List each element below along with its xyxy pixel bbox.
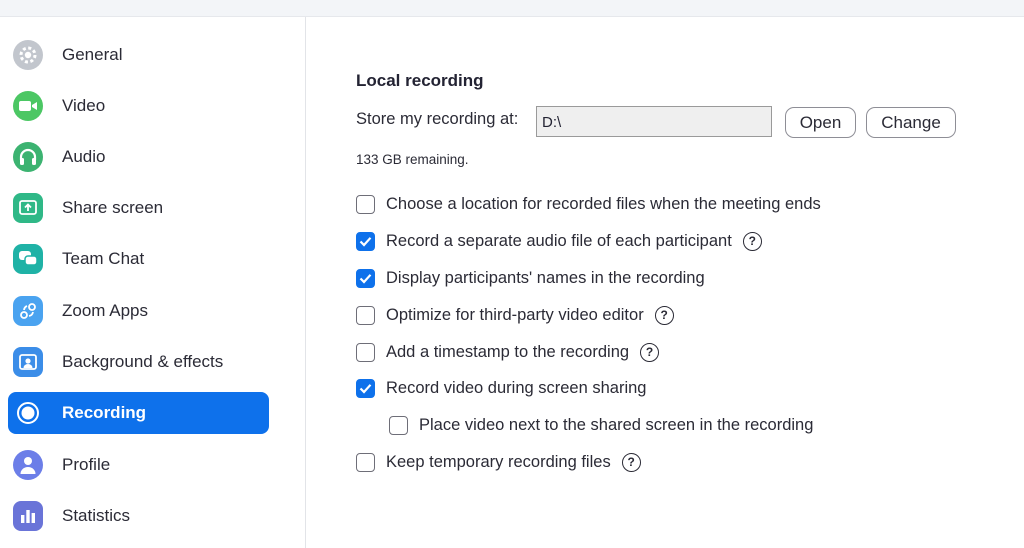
option-label: Keep temporary recording files: [386, 452, 611, 471]
option-label: Record video during screen sharing: [386, 378, 647, 397]
bar-chart-icon: [13, 501, 43, 531]
gear-icon: [13, 40, 43, 70]
background-person-icon: [13, 347, 43, 377]
help-icon[interactable]: ?: [621, 452, 641, 472]
sidebar-item-video[interactable]: Video: [8, 85, 269, 127]
option-label: Record a separate audio file of each par…: [386, 231, 732, 250]
sidebar-item-label: Share screen: [62, 198, 164, 217]
sidebar-item-audio[interactable]: Audio: [8, 136, 269, 178]
sidebar-item-label: Audio: [62, 147, 106, 166]
chat-bubble-icon: [13, 244, 43, 274]
help-icon[interactable]: ?: [654, 305, 674, 325]
sidebar-item-share-screen[interactable]: Share screen: [8, 187, 269, 229]
sidebar-item-label: Video: [62, 96, 106, 115]
person-icon: [13, 450, 43, 480]
option-label: Display participants' names in the recor…: [386, 268, 705, 287]
option-place-video-next[interactable]: Place video next to the shared screen in…: [389, 413, 813, 437]
checkbox[interactable]: [356, 378, 375, 398]
option-label: Add a timestamp to the recording: [386, 342, 630, 361]
headphones-icon: [13, 142, 43, 172]
record-icon: [13, 398, 43, 428]
store-location-label: Store my recording at:: [356, 110, 519, 128]
recording-settings-panel: Local recording Store my recording at: D…: [307, 17, 1024, 548]
sidebar-item-label: Recording: [62, 403, 147, 422]
help-icon[interactable]: ?: [742, 231, 762, 251]
video-camera-icon: [13, 91, 43, 121]
help-icon[interactable]: ?: [640, 342, 660, 362]
checkbox[interactable]: [356, 305, 375, 325]
sidebar-item-zoom-apps[interactable]: Zoom Apps: [8, 290, 269, 332]
settings-sidebar: General Video Audio Share screen Team Ch…: [0, 17, 306, 548]
checkbox[interactable]: [356, 231, 375, 251]
sidebar-item-label: Zoom Apps: [62, 301, 148, 320]
option-display-names[interactable]: Display participants' names in the recor…: [356, 266, 705, 290]
sidebar-item-recording[interactable]: Recording: [8, 392, 269, 434]
checkbox[interactable]: [356, 268, 375, 288]
sidebar-item-label: Background & effects: [62, 352, 224, 371]
option-third-party-editor[interactable]: Optimize for third-party video editor ?: [356, 303, 674, 327]
sidebar-item-label: Team Chat: [62, 249, 145, 268]
sidebar-item-team-chat[interactable]: Team Chat: [8, 238, 269, 280]
option-timestamp[interactable]: Add a timestamp to the recording ?: [356, 340, 660, 364]
storage-remaining-text: 133 GB remaining.: [356, 152, 469, 167]
recording-path-field[interactable]: D:\: [536, 106, 772, 137]
option-label: Optimize for third-party video editor: [386, 305, 644, 324]
window-top-bar: [0, 0, 1024, 17]
sidebar-item-statistics[interactable]: Statistics: [8, 495, 269, 537]
section-title: Local recording: [356, 71, 484, 90]
checkbox[interactable]: [356, 452, 375, 472]
share-screen-icon: [13, 193, 43, 223]
option-label: Choose a location for recorded files whe…: [386, 194, 821, 213]
option-keep-temp-files[interactable]: Keep temporary recording files ?: [356, 450, 641, 474]
checkbox[interactable]: [356, 342, 375, 362]
option-record-video-sharing[interactable]: Record video during screen sharing: [356, 376, 646, 400]
sidebar-item-profile[interactable]: Profile: [8, 444, 269, 486]
sidebar-item-background-effects[interactable]: Background & effects: [8, 341, 269, 383]
option-label: Place video next to the shared screen in…: [419, 415, 814, 434]
change-button[interactable]: Change: [866, 107, 956, 138]
sidebar-item-label: Statistics: [62, 506, 131, 525]
option-choose-location[interactable]: Choose a location for recorded files whe…: [356, 192, 821, 216]
sidebar-item-general[interactable]: General: [8, 34, 269, 76]
sidebar-item-label: General: [62, 45, 123, 64]
zoom-apps-icon: [13, 296, 43, 326]
sidebar-item-label: Profile: [62, 455, 111, 474]
open-button[interactable]: Open: [785, 107, 856, 138]
checkbox[interactable]: [356, 194, 375, 214]
checkbox[interactable]: [389, 415, 408, 435]
option-separate-audio[interactable]: Record a separate audio file of each par…: [356, 229, 762, 253]
